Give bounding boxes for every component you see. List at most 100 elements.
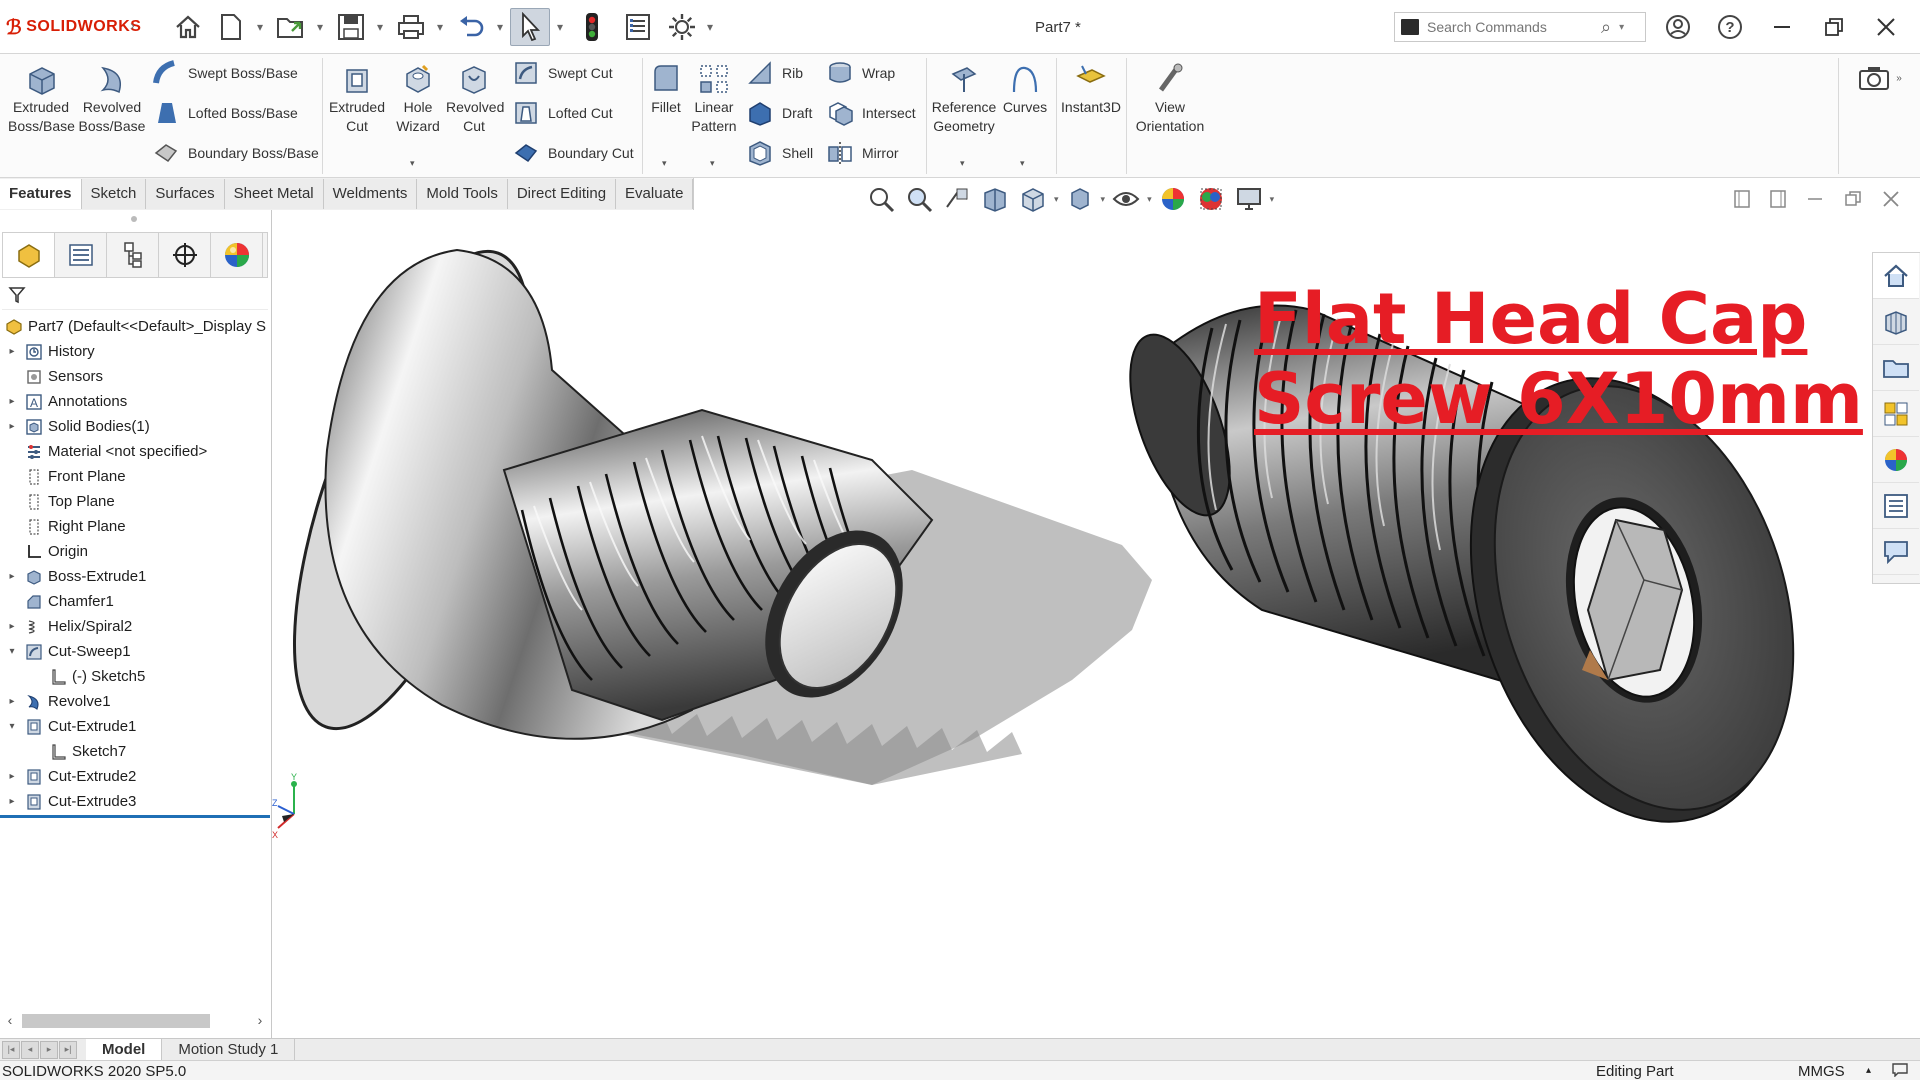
swept-boss-button[interactable]: Swept Boss/Base bbox=[152, 58, 298, 88]
tree-node-right-plane[interactable]: Right Plane bbox=[0, 514, 272, 539]
hole-wizard-dropdown-icon[interactable]: ▾ bbox=[410, 158, 415, 169]
displaymanager-tab[interactable] bbox=[211, 233, 263, 277]
expand-arrow-icon[interactable]: ▸ bbox=[6, 621, 18, 632]
tree-node-boss-extrude1[interactable]: ▸ Boss-Extrude1 bbox=[0, 564, 272, 589]
menu-expand-chevron-icon[interactable]: › bbox=[130, 17, 135, 33]
rib-button[interactable]: Rib bbox=[746, 58, 803, 88]
status-chat-icon[interactable] bbox=[1892, 1063, 1908, 1080]
take-snapshot-button[interactable]: » bbox=[1840, 54, 1920, 102]
tree-root-part[interactable]: Part7 (Default<<Default>_Display S bbox=[0, 313, 272, 339]
tree-node-cut-extrude1[interactable]: ▾ Cut-Extrude1 bbox=[0, 714, 272, 739]
tree-node-sensors[interactable]: Sensors bbox=[0, 364, 272, 389]
tree-node-history[interactable]: ▸ History bbox=[0, 339, 272, 364]
help-button[interactable]: ? bbox=[1710, 10, 1750, 44]
home-button[interactable] bbox=[168, 8, 208, 46]
view-palette-tab[interactable] bbox=[1873, 391, 1919, 437]
tab-sheet-metal[interactable]: Sheet Metal bbox=[224, 179, 324, 209]
lofted-boss-button[interactable]: Lofted Boss/Base bbox=[152, 98, 298, 128]
tab-mold-tools[interactable]: Mold Tools bbox=[417, 179, 508, 209]
open-button[interactable] bbox=[272, 8, 312, 46]
appearances-scenes-tab[interactable] bbox=[1873, 437, 1919, 483]
tree-node-front-plane[interactable]: Front Plane bbox=[0, 464, 272, 489]
filter-icon[interactable] bbox=[8, 286, 26, 304]
reference-geometry-button[interactable]: Reference Geometry bbox=[930, 62, 998, 136]
curves-dropdown-icon[interactable]: ▾ bbox=[1020, 158, 1025, 169]
hide-show-items-button[interactable] bbox=[1110, 183, 1142, 215]
expand-arrow-icon[interactable]: ▸ bbox=[6, 346, 18, 357]
revolved-boss-button[interactable]: Revolved Boss/Base bbox=[78, 62, 146, 136]
propertymanager-tab[interactable] bbox=[55, 233, 107, 277]
tree-node-top-plane[interactable]: Top Plane bbox=[0, 489, 272, 514]
open-dropdown-icon[interactable]: ▾ bbox=[314, 8, 326, 46]
tree-node-annotations[interactable]: ▸ A Annotations bbox=[0, 389, 272, 414]
reference-geometry-dropdown-icon[interactable]: ▾ bbox=[960, 158, 965, 169]
view-orientation-dropdown-icon[interactable]: ▾ bbox=[1054, 194, 1059, 205]
collapse-arrow-icon[interactable]: ▾ bbox=[6, 646, 18, 657]
save-dropdown-icon[interactable]: ▾ bbox=[374, 8, 386, 46]
print-button[interactable] bbox=[392, 8, 430, 46]
unit-system-text[interactable]: MMGS bbox=[1798, 1063, 1845, 1080]
custom-properties-tab[interactable] bbox=[1873, 483, 1919, 529]
expand-arrow-icon[interactable]: ▸ bbox=[6, 771, 18, 782]
dimxpertmanager-tab[interactable] bbox=[159, 233, 211, 277]
linear-pattern-dropdown-icon[interactable]: ▾ bbox=[710, 158, 715, 169]
solidworks-logo[interactable]: ℬ SOLIDWORKS bbox=[6, 14, 141, 40]
expand-arrow-icon[interactable]: ▸ bbox=[6, 396, 18, 407]
view-settings-button[interactable] bbox=[1233, 183, 1265, 215]
restore-button[interactable] bbox=[1814, 10, 1854, 44]
shell-button[interactable]: Shell bbox=[746, 138, 813, 168]
expand-arrow-icon[interactable]: ▸ bbox=[6, 421, 18, 432]
scroll-track[interactable] bbox=[20, 1012, 250, 1028]
rebuild-button[interactable] bbox=[576, 8, 608, 46]
extruded-cut-button[interactable]: Extruded Cut bbox=[326, 62, 388, 136]
design-library-tab[interactable] bbox=[1873, 299, 1919, 345]
fillet-button[interactable]: Fillet bbox=[646, 62, 686, 117]
expand-arrow-icon[interactable]: ▸ bbox=[6, 796, 18, 807]
tree-filter-row[interactable] bbox=[2, 280, 268, 310]
view-orientation-hud-button[interactable] bbox=[1017, 183, 1049, 215]
wrap-button[interactable]: Wrap bbox=[826, 58, 895, 88]
instant3d-button[interactable]: Instant3D bbox=[1058, 62, 1124, 117]
previous-tab-icon[interactable]: ◂ bbox=[21, 1040, 39, 1059]
tree-node-revolve1[interactable]: ▸ Revolve1 bbox=[0, 689, 272, 714]
tree-node-cut-extrude2[interactable]: ▸ Cut-Extrude2 bbox=[0, 764, 272, 789]
forum-tab[interactable] bbox=[1873, 529, 1919, 575]
unit-system-dropdown-icon[interactable]: ▴ bbox=[1866, 1065, 1871, 1076]
close-button[interactable] bbox=[1866, 10, 1906, 44]
tree-node-cut-extrude3[interactable]: ▸ Cut-Extrude3 bbox=[0, 789, 272, 814]
zoom-to-fit-button[interactable] bbox=[865, 183, 897, 215]
linear-pattern-button[interactable]: Linear Pattern bbox=[688, 62, 740, 136]
options-dropdown-icon[interactable]: ▾ bbox=[704, 8, 716, 46]
save-button[interactable] bbox=[332, 8, 370, 46]
tab-evaluate[interactable]: Evaluate bbox=[616, 179, 694, 209]
lofted-cut-button[interactable]: Lofted Cut bbox=[512, 98, 613, 128]
scroll-left-icon[interactable]: ‹ bbox=[0, 1012, 20, 1028]
boundary-cut-button[interactable]: Boundary Cut bbox=[512, 138, 634, 168]
minimize-button[interactable] bbox=[1762, 10, 1802, 44]
configurationmanager-tab[interactable] bbox=[107, 233, 159, 277]
new-dropdown-icon[interactable]: ▾ bbox=[254, 8, 266, 46]
draft-button[interactable]: Draft bbox=[746, 98, 812, 128]
tree-node-material-not-specified[interactable]: Material <not specified> bbox=[0, 439, 272, 464]
rollback-bar[interactable] bbox=[0, 815, 270, 818]
search-icon[interactable]: ⌕ bbox=[1601, 17, 1611, 38]
search-dropdown-icon[interactable]: ▾ bbox=[1619, 22, 1624, 33]
fillet-dropdown-icon[interactable]: ▾ bbox=[662, 158, 667, 169]
last-tab-icon[interactable]: ▸| bbox=[59, 1040, 77, 1059]
tree-node-sketch5[interactable]: (-) Sketch5 bbox=[0, 664, 272, 689]
tab-features[interactable]: Features bbox=[0, 179, 82, 209]
expand-arrow-icon[interactable]: ▸ bbox=[6, 696, 18, 707]
file-properties-button[interactable] bbox=[620, 8, 656, 46]
next-tab-icon[interactable]: ▸ bbox=[40, 1040, 58, 1059]
swept-cut-button[interactable]: Swept Cut bbox=[512, 58, 613, 88]
tree-node-chamfer1[interactable]: Chamfer1 bbox=[0, 589, 272, 614]
scroll-thumb[interactable] bbox=[22, 1014, 210, 1028]
tree-node-cut-sweep1[interactable]: ▾ Cut-Sweep1 bbox=[0, 639, 272, 664]
collapse-arrow-icon[interactable]: ▾ bbox=[6, 721, 18, 732]
tree-node-sketch7[interactable]: Sketch7 bbox=[0, 739, 272, 764]
apply-scene-button[interactable] bbox=[1195, 183, 1227, 215]
print-dropdown-icon[interactable]: ▾ bbox=[434, 8, 446, 46]
revolved-cut-button[interactable]: Revolved Cut bbox=[446, 62, 504, 136]
select-dropdown-icon[interactable]: ▾ bbox=[554, 8, 566, 46]
section-view-button[interactable] bbox=[979, 183, 1011, 215]
